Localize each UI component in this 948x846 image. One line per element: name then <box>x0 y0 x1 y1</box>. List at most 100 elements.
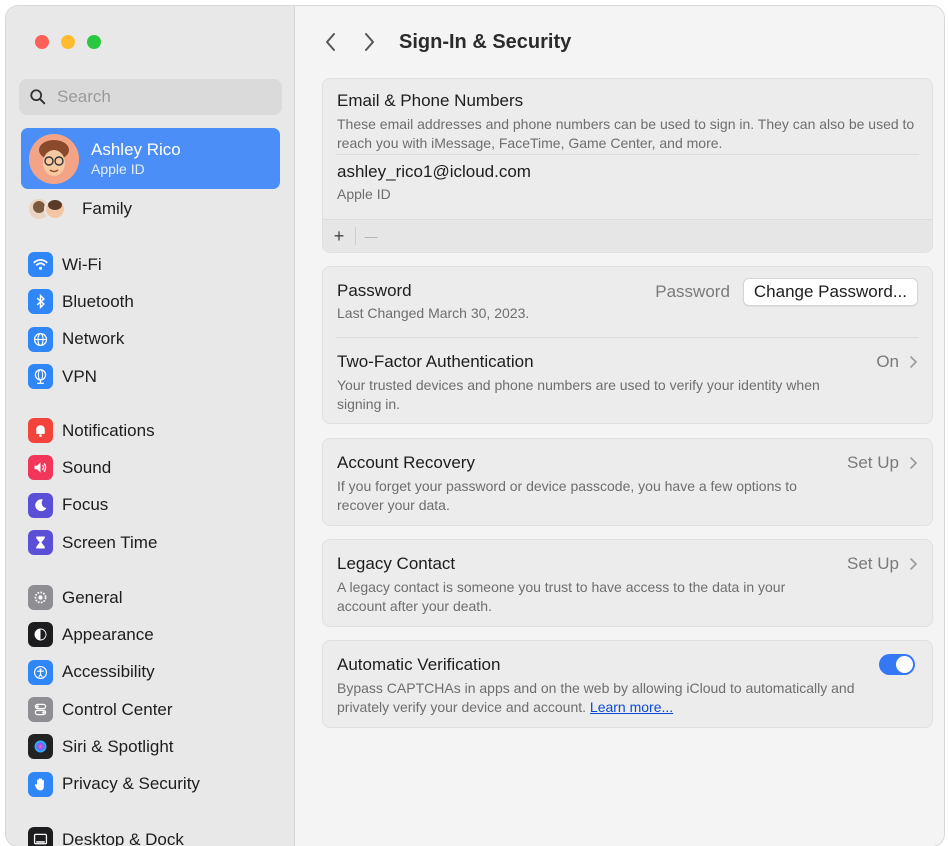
change-password-button[interactable]: Change Password... <box>742 278 918 306</box>
legacy-contact-card[interactable]: Legacy Contact A legacy contact is someo… <box>322 539 933 627</box>
sidebar-item-accessibility[interactable]: Accessibility <box>28 654 200 691</box>
close-window-button[interactable] <box>35 35 49 49</box>
moon-icon <box>28 492 53 518</box>
window-controls <box>35 35 101 49</box>
email-subtitle: Apple ID <box>337 186 391 202</box>
sidebar-item-label: Bluetooth <box>62 291 134 311</box>
family-label: Family <box>82 199 133 218</box>
email-phone-card: Email & Phone Numbers These email addres… <box>322 78 933 253</box>
back-button[interactable] <box>321 28 341 56</box>
sidebar-group-general: General Appearance Accessibility Control… <box>28 579 200 803</box>
chevron-right-icon <box>910 457 918 469</box>
sidebar-item-label: Sound <box>62 457 112 477</box>
account-subtitle: Apple ID <box>91 160 145 177</box>
account-recovery-title: Account Recovery <box>337 453 475 472</box>
two-factor-status: On <box>876 352 899 371</box>
accessibility-icon <box>28 659 53 685</box>
sidebar-item-bluetooth[interactable]: Bluetooth <box>28 283 134 320</box>
sidebar-item-label: Appearance <box>62 624 154 644</box>
settings-window: Ashley Rico Apple ID Family Wi-F <box>6 6 944 846</box>
hourglass-icon <box>28 530 53 556</box>
two-factor-title: Two-Factor Authentication <box>337 352 534 371</box>
email-phone-title: Email & Phone Numbers <box>337 91 524 110</box>
hand-icon <box>28 771 53 797</box>
sidebar-item-label: Siri & Spotlight <box>62 736 174 756</box>
add-button[interactable]: + <box>323 226 355 247</box>
main-pane: Sign-In & Security Email & Phone Numbers… <box>295 6 944 846</box>
wifi-icon <box>28 252 53 278</box>
siri-icon <box>28 734 53 760</box>
sidebar-group-cutoff: Desktop & Dock <box>28 821 184 846</box>
automatic-verification-card: Automatic Verification Bypass CAPTCHAs i… <box>322 640 933 728</box>
sidebar-item-label: General <box>62 587 123 607</box>
email-address: ashley_rico1@icloud.com <box>337 162 531 181</box>
account-name: Ashley Rico <box>91 139 181 159</box>
vpn-globe-icon <box>28 364 53 390</box>
search-field[interactable] <box>19 79 282 115</box>
forward-button[interactable] <box>359 28 379 56</box>
toolbar: Sign-In & Security <box>321 28 571 56</box>
sidebar-item-label: Accessibility <box>62 662 155 682</box>
bell-icon <box>28 418 53 444</box>
zoom-window-button[interactable] <box>87 35 101 49</box>
sidebar-item-vpn[interactable]: VPN <box>28 358 134 395</box>
remove-button[interactable]: — <box>356 229 386 244</box>
sidebar-item-family[interactable]: Family <box>28 196 132 222</box>
sidebar-item-label: VPN <box>62 366 97 386</box>
sidebar: Ashley Rico Apple ID Family Wi-F <box>6 6 295 846</box>
gear-icon <box>28 585 53 611</box>
add-remove-bar: + — <box>323 219 932 252</box>
legacy-contact-title: Legacy Contact <box>337 554 456 573</box>
sidebar-item-sound[interactable]: Sound <box>28 449 157 486</box>
toggle-knob <box>896 656 913 673</box>
two-factor-row[interactable]: Two-Factor Authentication Your trusted d… <box>323 338 932 414</box>
account-recovery-description: If you forget your password or device pa… <box>337 478 797 513</box>
chevron-right-icon <box>365 33 374 51</box>
page-title: Sign-In & Security <box>399 30 572 53</box>
globe-icon <box>28 326 53 352</box>
apple-id-account-item[interactable]: Ashley Rico Apple ID <box>21 128 280 189</box>
sidebar-item-wifi[interactable]: Wi-Fi <box>28 246 134 283</box>
sidebar-group-notifications: Notifications Sound Focus Screen Time <box>28 412 157 561</box>
family-avatars-icon <box>28 196 68 222</box>
sidebar-item-label: Network <box>62 329 125 349</box>
sidebar-item-screen-time[interactable]: Screen Time <box>28 524 157 561</box>
sidebar-item-label: Screen Time <box>62 532 158 552</box>
sidebar-item-general[interactable]: General <box>28 579 200 616</box>
learn-more-link[interactable]: Learn more... <box>590 699 673 715</box>
automatic-verification-description: Bypass CAPTCHAs in apps and on the web b… <box>337 679 867 717</box>
legacy-contact-action: Set Up <box>847 554 899 573</box>
account-recovery-card[interactable]: Account Recovery If you forget your pass… <box>322 438 933 526</box>
sidebar-item-label: Control Center <box>62 699 173 719</box>
sidebar-item-label: Focus <box>62 495 109 515</box>
account-recovery-action: Set Up <box>847 453 899 472</box>
sidebar-group-network: Wi-Fi Bluetooth Network VPN <box>28 246 134 395</box>
sidebar-item-control-center[interactable]: Control Center <box>28 691 200 728</box>
bluetooth-icon <box>28 289 53 315</box>
password-last-changed: Last Changed March 30, 2023. <box>337 305 530 321</box>
search-input[interactable] <box>55 86 259 108</box>
legacy-contact-description: A legacy contact is someone you trust to… <box>337 579 786 614</box>
chevron-left-icon <box>326 33 335 51</box>
two-factor-description: Your trusted devices and phone numbers a… <box>337 377 820 412</box>
password-card: Password Last Changed March 30, 2023. Pa… <box>322 266 933 424</box>
sidebar-item-notifications[interactable]: Notifications <box>28 412 157 449</box>
sidebar-item-label: Privacy & Security <box>62 774 200 794</box>
password-label: Password <box>655 282 730 301</box>
sidebar-item-appearance[interactable]: Appearance <box>28 616 200 653</box>
control-center-icon <box>28 697 53 723</box>
sidebar-item-focus[interactable]: Focus <box>28 487 157 524</box>
user-avatar <box>29 133 79 184</box>
minimize-window-button[interactable] <box>61 35 75 49</box>
sidebar-item-label: Desktop & Dock <box>62 829 184 846</box>
sidebar-item-siri-spotlight[interactable]: Siri & Spotlight <box>28 728 200 765</box>
chevron-right-icon <box>910 356 918 368</box>
sidebar-item-label: Notifications <box>62 420 155 440</box>
sidebar-item-network[interactable]: Network <box>28 321 134 358</box>
sidebar-item-desktop-dock[interactable]: Desktop & Dock <box>28 821 184 846</box>
sidebar-item-privacy-security[interactable]: Privacy & Security <box>28 765 200 802</box>
email-entry-row[interactable]: ashley_rico1@icloud.com Apple ID <box>323 155 932 209</box>
speaker-icon <box>28 455 53 481</box>
automatic-verification-toggle[interactable] <box>879 654 915 675</box>
search-icon <box>30 89 46 105</box>
